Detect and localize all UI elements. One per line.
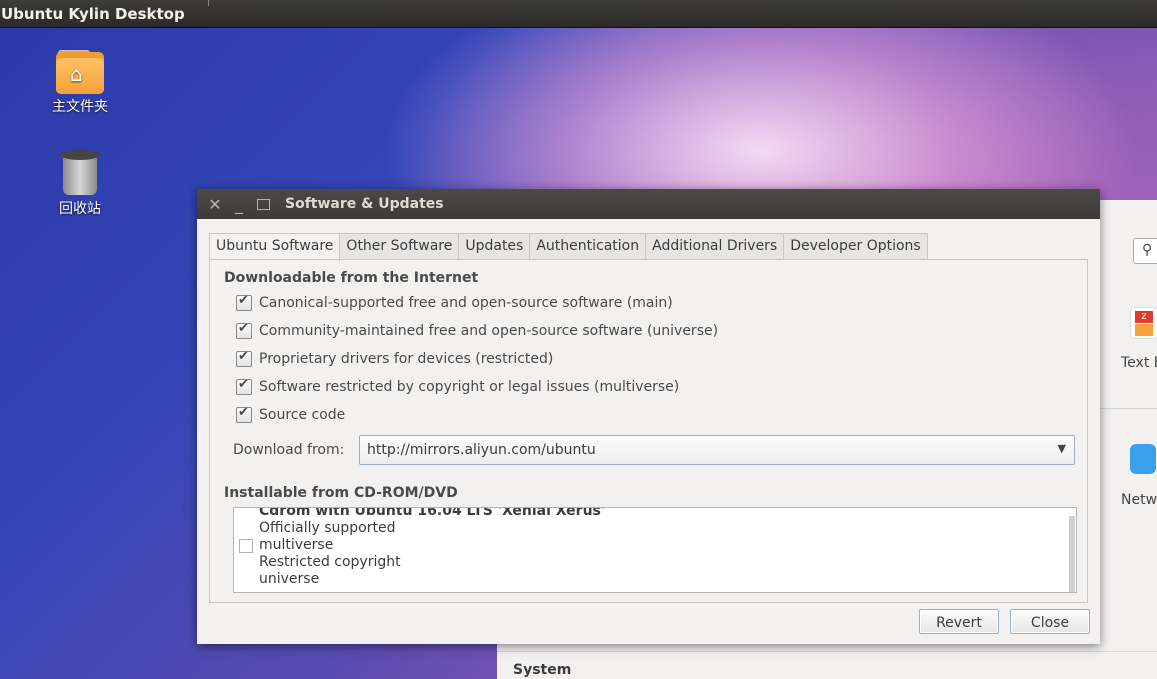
checkbox[interactable]	[236, 405, 252, 423]
cdrom-title: Cdrom with Ubuntu 16.04 LTS 'Xenial Xeru…	[259, 507, 606, 519]
tab-additional-drivers[interactable]: Additional Drivers	[646, 233, 785, 259]
software-updates-dialog: ✕ _ Software & Updates Ubuntu Software O…	[197, 189, 1100, 644]
ubuntu-software-panel: Downloadable from the Internet Canonical…	[209, 259, 1088, 603]
panel-title: Ubuntu Kylin Desktop	[1, 4, 185, 23]
divider	[1097, 408, 1157, 409]
download-from-label: Download from:	[233, 442, 345, 458]
option-multiverse[interactable]: Software restricted by copyright or lega…	[236, 377, 680, 395]
panel-divider	[208, 0, 209, 6]
text-editor-icon: z	[1130, 307, 1157, 339]
cdrom-list: Cdrom with Ubuntu 16.04 LTS 'Xenial Xeru…	[233, 507, 1077, 593]
download-server-value: http://mirrors.aliyun.com/ubuntu	[367, 442, 596, 458]
close-icon[interactable]: ✕	[203, 195, 227, 214]
section-title-system: System	[513, 662, 572, 678]
scrollbar[interactable]	[1069, 516, 1075, 592]
app-label: Text E	[1121, 355, 1157, 371]
app-label: Netw	[1121, 492, 1157, 508]
checkbox[interactable]	[236, 349, 252, 367]
close-button[interactable]: Close	[1010, 609, 1090, 634]
app-network[interactable]: Netw	[1117, 444, 1157, 508]
option-label: Source code	[259, 407, 346, 423]
desktop-icon-label: 回收站	[59, 201, 101, 217]
tab-ubuntu-software[interactable]: Ubuntu Software	[209, 233, 341, 261]
search-icon: ⚲	[1142, 242, 1153, 258]
desktop-icon-home[interactable]: ⌂ 主文件夹	[45, 50, 115, 116]
download-server-dropdown[interactable]: http://mirrors.aliyun.com/ubuntu ▼	[359, 435, 1075, 465]
tab-bar: Ubuntu Software Other Software Updates A…	[209, 233, 928, 261]
option-source-code[interactable]: Source code	[236, 405, 346, 423]
app-text-editor[interactable]: z Text E	[1117, 307, 1157, 371]
option-main[interactable]: Canonical-supported free and open-source…	[236, 293, 673, 311]
option-label: Canonical-supported free and open-source…	[259, 295, 673, 311]
chevron-down-icon: ▼	[1057, 442, 1066, 455]
cdrom-line: Restricted copyright	[259, 554, 401, 570]
trash-icon	[60, 150, 100, 196]
section-title-downloadable: Downloadable from the Internet	[224, 270, 479, 286]
desktop-icon-label: 主文件夹	[52, 99, 108, 115]
network-icon	[1130, 444, 1156, 474]
tab-developer-options[interactable]: Developer Options	[784, 233, 928, 259]
option-label: Community-maintained free and open-sourc…	[259, 323, 719, 339]
option-universe[interactable]: Community-maintained free and open-sourc…	[236, 321, 719, 339]
cdrom-line: Officially supported	[259, 520, 396, 536]
cdrom-line: multiverse	[259, 537, 334, 553]
revert-button[interactable]: Revert	[919, 609, 999, 634]
tab-authentication[interactable]: Authentication	[530, 233, 647, 259]
option-restricted[interactable]: Proprietary drivers for devices (restric…	[236, 349, 554, 367]
top-panel: Ubuntu Kylin Desktop	[0, 0, 1157, 28]
desktop-icon-trash[interactable]: 回收站	[45, 150, 115, 218]
checkbox[interactable]	[236, 321, 252, 339]
maximize-icon[interactable]	[251, 195, 275, 214]
checkbox[interactable]	[236, 377, 252, 395]
minimize-icon[interactable]: _	[227, 195, 251, 214]
cdrom-checkbox[interactable]	[239, 539, 253, 553]
cdrom-line: universe	[259, 571, 320, 587]
search-button[interactable]: ⚲	[1133, 238, 1157, 264]
checkbox[interactable]	[236, 293, 252, 311]
dialog-title: Software & Updates	[285, 196, 444, 212]
divider	[497, 651, 1157, 652]
option-label: Software restricted by copyright or lega…	[259, 379, 680, 395]
home-folder-icon: ⌂	[56, 50, 104, 94]
option-label: Proprietary drivers for devices (restric…	[259, 351, 554, 367]
tab-other-software[interactable]: Other Software	[340, 233, 460, 259]
section-title-cdrom: Installable from CD-ROM/DVD	[224, 485, 458, 501]
dialog-titlebar: ✕ _ Software & Updates	[197, 189, 1100, 219]
tab-updates[interactable]: Updates	[459, 233, 531, 259]
